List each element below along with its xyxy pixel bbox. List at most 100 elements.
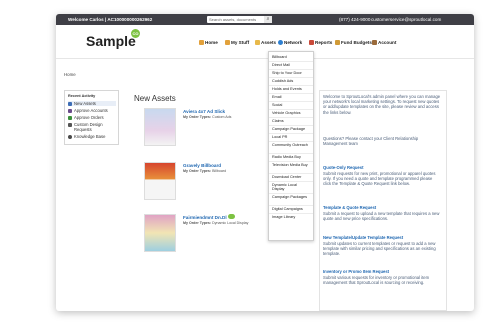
asset-type-value: Dynamic Local Display — [212, 221, 249, 225]
nav-account[interactable]: Account — [372, 40, 396, 45]
menu-item[interactable]: Dynamic Local Display — [272, 183, 310, 191]
search-icon[interactable]: ⌕ — [264, 16, 272, 23]
menu-item[interactable]: Claims — [272, 119, 310, 123]
nav-fund-budgets[interactable]: Fund Budgets — [335, 40, 372, 45]
nav-home[interactable]: Home — [199, 40, 218, 45]
menu-item[interactable]: Cuddish Ads — [272, 79, 310, 83]
money-icon — [335, 40, 340, 45]
menu-item[interactable]: Radio Media Buy — [272, 155, 310, 159]
sidebar-item-label: Approve Accounts — [74, 108, 108, 113]
top-bar: Welcome Carlos | AC100000000262962 Searc… — [56, 14, 474, 25]
menu-item[interactable]: Billboard — [272, 55, 310, 59]
asset-type-label: My Order Types: — [183, 115, 212, 119]
globe-icon — [278, 40, 283, 45]
menu-item[interactable]: Digital Campaigns — [272, 207, 310, 211]
menu-divider — [269, 173, 313, 174]
menu-divider — [269, 117, 313, 118]
main-nav: Home My Stuff Assets Network Reports Fun… — [56, 40, 474, 49]
asset-thumbnail[interactable] — [144, 162, 176, 200]
menu-divider — [269, 77, 313, 78]
menu-item[interactable]: Ship to Your Door — [272, 71, 310, 75]
nav-label: Reports — [315, 40, 333, 45]
home-icon — [199, 40, 204, 45]
sidebar-item-approve-accounts[interactable]: Approve Accounts — [68, 108, 116, 113]
nav-label: Assets — [261, 40, 277, 45]
menu-divider — [269, 125, 313, 126]
nav-label: Fund Budgets — [341, 40, 372, 45]
report-icon — [309, 40, 314, 45]
menu-item[interactable]: Direct Mail — [272, 63, 310, 67]
sidebar-item-new-assets[interactable]: New Assets — [68, 101, 116, 106]
menu-item[interactable]: Holds and Events — [272, 87, 310, 91]
quote-only-text: Submit requests for new print, promotion… — [323, 171, 436, 187]
page-title: New Assets — [134, 94, 176, 103]
new-template-text: Submit updates to current templates or r… — [323, 241, 436, 257]
sidebar-item-label: New Assets — [74, 101, 96, 106]
inventory-request-link[interactable]: Inventory or Promo Item Request — [323, 269, 441, 274]
asset-thumbnail[interactable] — [144, 214, 176, 252]
menu-divider — [269, 205, 313, 206]
help-icon — [68, 135, 72, 139]
sidebar-item-approve-orders[interactable]: Approve Orders — [68, 115, 116, 120]
header-divider — [56, 58, 474, 59]
menu-item[interactable]: Television Media Buy — [272, 163, 310, 167]
breadcrumb[interactable]: Home — [64, 72, 76, 77]
template-quote-text: Submit a request to upload a new templat… — [323, 211, 440, 222]
menu-divider — [269, 153, 313, 154]
nav-label: Home — [205, 40, 218, 45]
asset-type: My Order Types: Dynamic Local Display — [183, 221, 248, 225]
menu-divider — [269, 213, 313, 214]
menu-divider — [269, 61, 313, 62]
nav-network[interactable]: Network — [278, 40, 302, 45]
menu-divider — [269, 109, 313, 110]
nav-assets[interactable]: Assets — [255, 40, 276, 45]
asset-name[interactable]: Aviera 4x7 Ad Slick — [183, 109, 225, 114]
intro-text: Welcome to SproutLocal's admin panel whe… — [323, 94, 441, 115]
asset-name[interactable]: Gravely Billboard — [183, 163, 221, 168]
menu-divider — [269, 193, 313, 194]
sparkle-icon — [68, 102, 72, 106]
menu-item[interactable]: Social — [272, 103, 310, 107]
sidebar-item-knowledge-base[interactable]: Knowledge Base — [68, 134, 116, 139]
assets-dropdown-menu: Billboard Direct Mail Ship to Your Door … — [268, 51, 314, 241]
menu-item[interactable]: Vehicle Graphics — [272, 111, 310, 115]
nav-label: Account — [378, 40, 397, 45]
sidebar-item-custom-design[interactable]: Custom Design Requests — [68, 122, 116, 132]
asset-type: My Order Types: Custom Ads — [183, 115, 231, 119]
asset-type-label: My Order Types: — [183, 169, 212, 173]
app-window: Welcome Carlos | AC100000000262962 Searc… — [56, 14, 474, 311]
asset-name[interactable]: Fairmiendmnt Dn.Dl — [183, 215, 227, 220]
menu-divider — [269, 141, 313, 142]
inventory-request-text: Submit various requests for inventory or… — [323, 275, 430, 286]
menu-item[interactable]: Campaign Package — [272, 127, 310, 131]
asset-type-label: My Order Types: — [183, 221, 212, 225]
menu-item[interactable]: Email — [272, 95, 310, 99]
new-template-link[interactable]: New Template/Update Template Request — [323, 235, 441, 240]
logo-badge: CO — [131, 29, 140, 38]
phone-number: (877) 424-9000 — [339, 17, 371, 22]
nav-label: Network — [284, 40, 303, 45]
menu-item[interactable]: Local PR — [272, 135, 310, 139]
nav-reports[interactable]: Reports — [309, 40, 332, 45]
nav-label: My Stuff — [231, 40, 250, 45]
quote-only-link[interactable]: Quote-Only Request — [323, 165, 441, 170]
menu-item[interactable]: Download Center — [272, 175, 310, 179]
menu-item[interactable]: Community Outreach — [272, 143, 310, 147]
pencil-icon — [68, 123, 72, 127]
sidebar-item-label: Custom Design Requests — [74, 122, 103, 132]
asset-thumbnail[interactable] — [144, 108, 176, 146]
menu-item[interactable]: Campaign Packages — [272, 195, 310, 199]
welcome-text: Welcome Carlos | AC100000000262962 — [68, 17, 153, 22]
search-input[interactable]: Search assets, documents — [207, 16, 271, 23]
briefcase-icon — [225, 40, 230, 45]
person-icon — [372, 40, 377, 45]
menu-divider — [269, 93, 313, 94]
menu-item[interactable]: Image Library — [272, 215, 310, 219]
asset-type-value: Custom Ads — [212, 115, 232, 119]
recent-activity-panel: Recent Activity New Assets Approve Accou… — [64, 90, 119, 145]
support-email-link[interactable]: customerservice@sproutlocal.com — [371, 17, 441, 22]
nav-my-stuff[interactable]: My Stuff — [225, 40, 249, 45]
menu-divider — [269, 181, 313, 182]
menu-divider — [269, 69, 313, 70]
template-quote-link[interactable]: Template & Quote Request — [323, 205, 441, 210]
